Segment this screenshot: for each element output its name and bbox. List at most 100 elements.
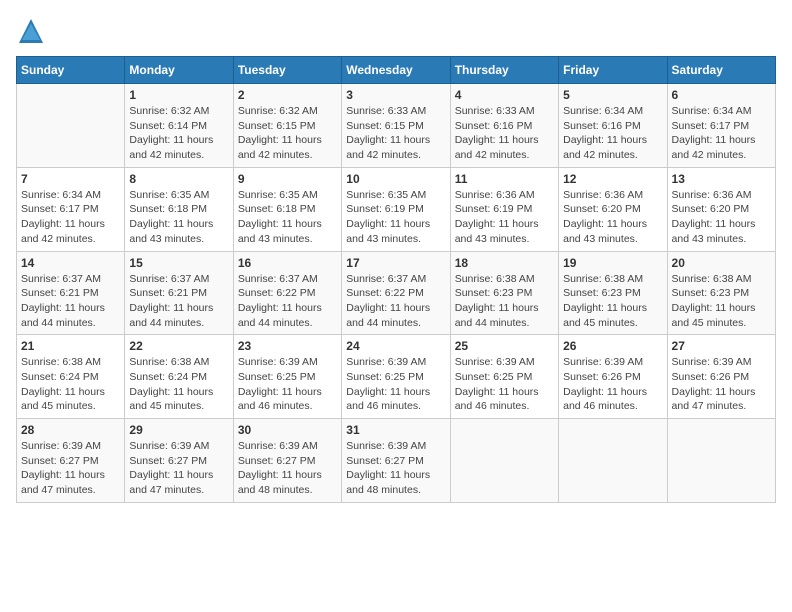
day-number: 5 [563,88,662,102]
day-number: 11 [455,172,554,186]
day-number: 24 [346,339,445,353]
calendar-cell: 14Sunrise: 6:37 AMSunset: 6:21 PMDayligh… [17,251,125,335]
day-info: Sunrise: 6:38 AMSunset: 6:23 PMDaylight:… [563,272,662,331]
day-info: Sunrise: 6:36 AMSunset: 6:19 PMDaylight:… [455,188,554,247]
calendar-cell: 1 Sunrise: 6:32 AMSunset: 6:14 PMDaylight… [125,84,233,168]
calendar-cell: 15Sunrise: 6:37 AMSunset: 6:21 PMDayligh… [125,251,233,335]
weekday-header: Thursday [450,57,558,84]
day-number: 1 [129,88,228,102]
day-number: 7 [21,172,120,186]
calendar-cell [667,419,775,503]
day-info: Sunrise: 6:34 AMSunset: 6:16 PMDaylight:… [563,104,662,163]
calendar-cell: 6 Sunrise: 6:34 AMSunset: 6:17 PMDaylight… [667,84,775,168]
day-info: Sunrise: 6:37 AMSunset: 6:21 PMDaylight:… [129,272,228,331]
day-info: Sunrise: 6:37 AMSunset: 6:22 PMDaylight:… [238,272,337,331]
day-number: 6 [672,88,771,102]
logo [16,16,50,46]
day-info: Sunrise: 6:32 AMSunset: 6:15 PMDaylight:… [238,104,337,163]
calendar-cell: 5 Sunrise: 6:34 AMSunset: 6:16 PMDaylight… [559,84,667,168]
day-info: Sunrise: 6:35 AMSunset: 6:19 PMDaylight:… [346,188,445,247]
day-number: 21 [21,339,120,353]
day-number: 19 [563,256,662,270]
calendar-cell: 19 Sunrise: 6:38 AMSunset: 6:23 PMDayligh… [559,251,667,335]
calendar-cell: 3 Sunrise: 6:33 AMSunset: 6:15 PMDaylight… [342,84,450,168]
day-number: 25 [455,339,554,353]
day-info: Sunrise: 6:38 AMSunset: 6:24 PMDaylight:… [21,355,120,414]
calendar-cell: 30Sunrise: 6:39 AMSunset: 6:27 PMDayligh… [233,419,341,503]
calendar-cell: 16 Sunrise: 6:37 AMSunset: 6:22 PMDayligh… [233,251,341,335]
calendar-cell: 21 Sunrise: 6:38 AMSunset: 6:24 PMDayligh… [17,335,125,419]
day-info: Sunrise: 6:34 AMSunset: 6:17 PMDaylight:… [672,104,771,163]
day-number: 17 [346,256,445,270]
day-number: 16 [238,256,337,270]
calendar-header-row: SundayMondayTuesdayWednesdayThursdayFrid… [17,57,776,84]
day-number: 23 [238,339,337,353]
day-number: 28 [21,423,120,437]
day-info: Sunrise: 6:39 AMSunset: 6:25 PMDaylight:… [346,355,445,414]
day-info: Sunrise: 6:38 AMSunset: 6:24 PMDaylight:… [129,355,228,414]
calendar-cell: 28 Sunrise: 6:39 AMSunset: 6:27 PMDayligh… [17,419,125,503]
calendar-cell [17,84,125,168]
calendar-cell: 13 Sunrise: 6:36 AMSunset: 6:20 PMDayligh… [667,167,775,251]
calendar-cell: 26Sunrise: 6:39 AMSunset: 6:26 PMDayligh… [559,335,667,419]
day-number: 22 [129,339,228,353]
day-number: 8 [129,172,228,186]
day-info: Sunrise: 6:36 AMSunset: 6:20 PMDaylight:… [672,188,771,247]
calendar-cell: 31 Sunrise: 6:39 AMSunset: 6:27 PMDayligh… [342,419,450,503]
calendar-week-row: 14Sunrise: 6:37 AMSunset: 6:21 PMDayligh… [17,251,776,335]
weekday-header: Friday [559,57,667,84]
day-number: 13 [672,172,771,186]
logo-icon [16,16,46,46]
day-info: Sunrise: 6:38 AMSunset: 6:23 PMDaylight:… [455,272,554,331]
calendar-cell: 22 Sunrise: 6:38 AMSunset: 6:24 PMDayligh… [125,335,233,419]
day-number: 3 [346,88,445,102]
day-number: 27 [672,339,771,353]
weekday-header: Saturday [667,57,775,84]
day-number: 2 [238,88,337,102]
day-info: Sunrise: 6:37 AMSunset: 6:21 PMDaylight:… [21,272,120,331]
calendar-cell: 4Sunrise: 6:33 AMSunset: 6:16 PMDaylight… [450,84,558,168]
day-info: Sunrise: 6:39 AMSunset: 6:26 PMDaylight:… [672,355,771,414]
day-info: Sunrise: 6:39 AMSunset: 6:27 PMDaylight:… [21,439,120,498]
calendar-week-row: 7Sunrise: 6:34 AMSunset: 6:17 PMDaylight… [17,167,776,251]
day-info: Sunrise: 6:39 AMSunset: 6:27 PMDaylight:… [346,439,445,498]
calendar-week-row: 28 Sunrise: 6:39 AMSunset: 6:27 PMDayligh… [17,419,776,503]
day-info: Sunrise: 6:38 AMSunset: 6:23 PMDaylight:… [672,272,771,331]
calendar-cell: 17 Sunrise: 6:37 AMSunset: 6:22 PMDayligh… [342,251,450,335]
weekday-header: Wednesday [342,57,450,84]
calendar-cell [450,419,558,503]
calendar-week-row: 1 Sunrise: 6:32 AMSunset: 6:14 PMDaylight… [17,84,776,168]
day-number: 31 [346,423,445,437]
day-info: Sunrise: 6:35 AMSunset: 6:18 PMDaylight:… [238,188,337,247]
calendar-cell: 27 Sunrise: 6:39 AMSunset: 6:26 PMDayligh… [667,335,775,419]
day-info: Sunrise: 6:39 AMSunset: 6:27 PMDaylight:… [129,439,228,498]
calendar-cell: 9 Sunrise: 6:35 AMSunset: 6:18 PMDaylight… [233,167,341,251]
day-number: 18 [455,256,554,270]
day-info: Sunrise: 6:32 AMSunset: 6:14 PMDaylight:… [129,104,228,163]
calendar-cell: 10Sunrise: 6:35 AMSunset: 6:19 PMDayligh… [342,167,450,251]
weekday-header: Tuesday [233,57,341,84]
day-info: Sunrise: 6:33 AMSunset: 6:15 PMDaylight:… [346,104,445,163]
day-info: Sunrise: 6:35 AMSunset: 6:18 PMDaylight:… [129,188,228,247]
day-info: Sunrise: 6:37 AMSunset: 6:22 PMDaylight:… [346,272,445,331]
day-info: Sunrise: 6:39 AMSunset: 6:25 PMDaylight:… [455,355,554,414]
weekday-header: Monday [125,57,233,84]
day-info: Sunrise: 6:33 AMSunset: 6:16 PMDaylight:… [455,104,554,163]
calendar-cell: 29 Sunrise: 6:39 AMSunset: 6:27 PMDayligh… [125,419,233,503]
day-info: Sunrise: 6:39 AMSunset: 6:25 PMDaylight:… [238,355,337,414]
calendar-cell: 8 Sunrise: 6:35 AMSunset: 6:18 PMDaylight… [125,167,233,251]
day-info: Sunrise: 6:39 AMSunset: 6:27 PMDaylight:… [238,439,337,498]
calendar-cell: 25 Sunrise: 6:39 AMSunset: 6:25 PMDayligh… [450,335,558,419]
day-number: 9 [238,172,337,186]
calendar-week-row: 21 Sunrise: 6:38 AMSunset: 6:24 PMDayligh… [17,335,776,419]
calendar-cell: 23 Sunrise: 6:39 AMSunset: 6:25 PMDayligh… [233,335,341,419]
calendar-cell: 2 Sunrise: 6:32 AMSunset: 6:15 PMDaylight… [233,84,341,168]
calendar-cell: 7Sunrise: 6:34 AMSunset: 6:17 PMDaylight… [17,167,125,251]
day-number: 29 [129,423,228,437]
calendar-cell: 20Sunrise: 6:38 AMSunset: 6:23 PMDayligh… [667,251,775,335]
day-info: Sunrise: 6:39 AMSunset: 6:26 PMDaylight:… [563,355,662,414]
calendar-cell [559,419,667,503]
day-info: Sunrise: 6:36 AMSunset: 6:20 PMDaylight:… [563,188,662,247]
weekday-header: Sunday [17,57,125,84]
calendar-cell: 12Sunrise: 6:36 AMSunset: 6:20 PMDayligh… [559,167,667,251]
